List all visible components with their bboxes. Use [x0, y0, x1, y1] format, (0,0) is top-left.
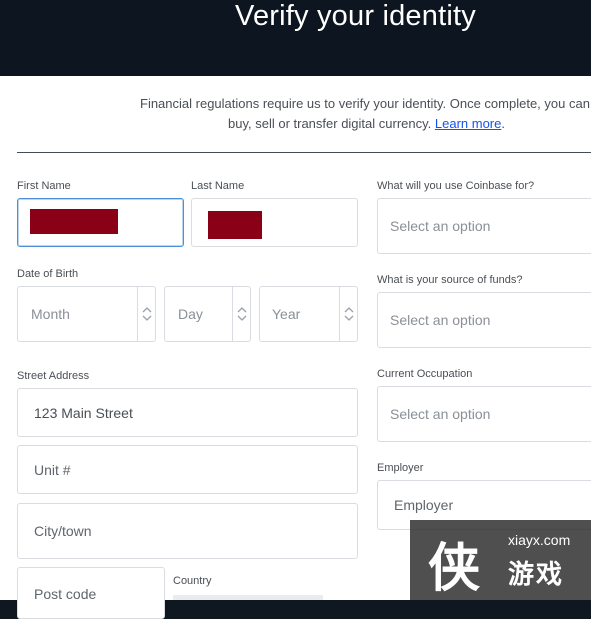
employer-placeholder: Employer — [394, 497, 454, 513]
year-spinner[interactable] — [339, 287, 357, 341]
day-spinner[interactable] — [232, 287, 250, 341]
month-spinner[interactable] — [137, 287, 155, 341]
first-name-field[interactable] — [17, 198, 184, 247]
chevron-updown-icon — [344, 307, 354, 321]
intro-line-2-text: buy, sell or transfer digital currency. — [228, 116, 432, 131]
country-select[interactable] — [173, 595, 323, 600]
chevron-updown-icon — [237, 307, 247, 321]
city-placeholder: City/town — [34, 523, 92, 539]
occupation-label: Current Occupation — [377, 368, 473, 380]
redacted-last-name — [208, 211, 262, 239]
country-label: Country — [173, 575, 212, 587]
street-label: Street Address — [17, 370, 90, 382]
redacted-first-name — [30, 209, 118, 234]
employer-label: Employer — [377, 462, 424, 474]
dob-day-select[interactable]: Day — [164, 286, 251, 342]
intro-line-2: buy, sell or transfer digital currency. … — [228, 114, 505, 134]
last-name-label: Last Name — [191, 180, 245, 192]
use-coinbase-select[interactable]: Select an option — [377, 198, 591, 254]
street-value: 123 Main Street — [34, 404, 133, 421]
use-coinbase-placeholder: Select an option — [390, 218, 491, 234]
dob-label: Date of Birth — [17, 268, 79, 280]
city-input[interactable]: City/town — [17, 503, 358, 559]
page-header: Verify your identity — [0, 0, 591, 76]
intro-suffix: . — [501, 116, 505, 131]
watermark-name: 游戏 — [508, 559, 565, 589]
dob-year-placeholder: Year — [272, 306, 301, 322]
dob-day-placeholder: Day — [178, 306, 203, 322]
last-name-field[interactable] — [191, 198, 358, 247]
occupation-select[interactable]: Select an option — [377, 386, 591, 442]
street-input[interactable]: 123 Main Street — [17, 388, 358, 437]
dob-month-select[interactable]: Month — [17, 286, 156, 342]
watermark-logo-icon: 侠 — [428, 540, 481, 598]
watermark: 侠 xiayx.com 游戏 — [410, 520, 591, 600]
use-coinbase-label: What will you use Coinbase for? — [377, 180, 535, 192]
first-name-label: First Name — [17, 180, 71, 192]
source-funds-label: What is your source of funds? — [377, 274, 523, 286]
source-funds-select[interactable]: Select an option — [377, 292, 591, 348]
unit-input[interactable]: Unit # — [17, 445, 358, 494]
chevron-updown-icon — [142, 307, 152, 321]
intro-line-1: Financial regulations require us to veri… — [140, 96, 590, 111]
postcode-input[interactable]: Post code — [17, 567, 165, 619]
divider — [17, 152, 591, 153]
occupation-placeholder: Select an option — [390, 406, 491, 422]
watermark-site: xiayx.com — [508, 532, 571, 548]
learn-more-link[interactable]: Learn more — [435, 116, 501, 131]
dob-month-placeholder: Month — [31, 306, 70, 322]
unit-placeholder: Unit # — [34, 461, 71, 478]
page-title: Verify your identity — [235, 0, 476, 32]
dob-year-select[interactable]: Year — [259, 286, 358, 342]
source-funds-placeholder: Select an option — [390, 312, 491, 328]
